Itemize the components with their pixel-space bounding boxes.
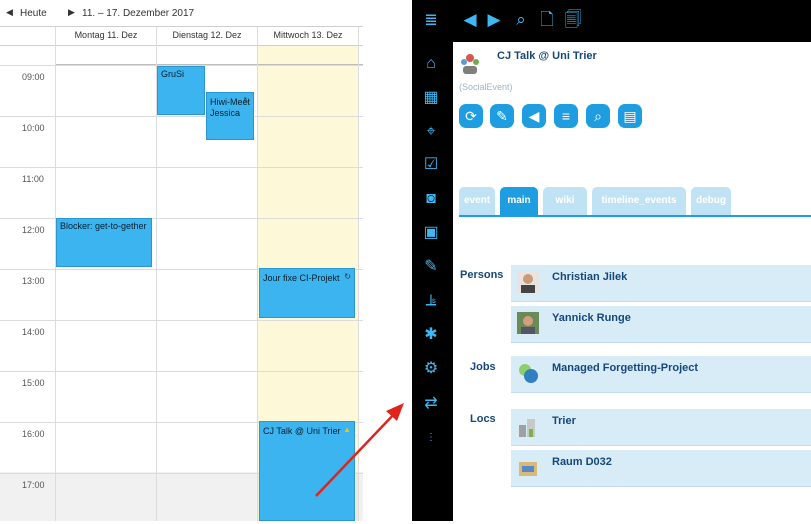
database-button[interactable]: ≡ [554, 104, 578, 128]
city-icon [519, 419, 535, 437]
event-title: Jour fixe CI-Projekt [263, 273, 340, 283]
search-icon[interactable]: ⌕ [510, 9, 532, 31]
search-button[interactable]: ⌕ [586, 104, 610, 128]
location-name: Raum D032 [552, 456, 612, 468]
target-icon[interactable]: ⌖ [419, 120, 443, 144]
sync-icon[interactable]: ⇄ [419, 392, 443, 416]
event-subtitle: Jessica [210, 108, 241, 118]
all-day-row[interactable] [55, 46, 363, 65]
app-panel: ≣ ⌂ ▦ ⌖ ☑ ◙ ▣ ✎ ⫡ ✱ ⚙ ⇄ ⋮ ◀ ▶ ⌕ 🗋 🗐 CJ T… [412, 0, 811, 521]
event-cj-talk[interactable]: ▲ CJ Talk @ Uni Trier [259, 421, 355, 521]
note-icon[interactable]: ✎ [419, 255, 443, 279]
hour-label: 12:00 [22, 225, 45, 235]
date-range-label: 11. – 17. Dezember 2017 [82, 8, 195, 19]
project-icon [519, 364, 538, 383]
hour-label: 17:00 [22, 480, 45, 490]
bug-icon[interactable]: ✱ [419, 323, 443, 347]
avatar [517, 271, 539, 293]
edit-button[interactable]: ✎ [490, 104, 514, 128]
person-row[interactable]: Yannick Runge [511, 306, 811, 343]
tab-event[interactable]: event [459, 187, 495, 215]
room-icon [519, 462, 537, 476]
previous-week-icon[interactable]: ◀ [6, 7, 13, 18]
document-button[interactable]: ▤ [618, 104, 642, 128]
home-icon[interactable]: ⌂ [419, 52, 443, 76]
calendar-icon[interactable]: ▦ [419, 86, 443, 110]
tab-wiki[interactable]: wiki [543, 187, 587, 215]
column-divider [358, 27, 359, 521]
edit-document-icon[interactable]: 🗐 [562, 9, 584, 31]
job-row[interactable]: Managed Forgetting-Project [511, 356, 811, 393]
event-blocker[interactable]: Blocker: get-to-gether [56, 218, 152, 267]
column-divider [257, 27, 258, 521]
locs-label: Locs [470, 413, 496, 425]
hour-label: 10:00 [22, 123, 45, 133]
job-name: Managed Forgetting-Project [552, 362, 699, 374]
checklist-icon[interactable]: ☑ [419, 153, 443, 177]
event-title: Blocker: get-to-gether [60, 221, 147, 231]
gear-icon[interactable]: ⚙ [419, 357, 443, 381]
hour-label: 16:00 [22, 429, 45, 439]
announce-button[interactable]: ◀ [522, 104, 546, 128]
event-grusi[interactable]: GruSi [157, 66, 205, 115]
entity-title: CJ Talk @ Uni Trier [497, 50, 597, 62]
chart-icon[interactable]: ⫡ [419, 289, 443, 313]
today-button[interactable]: Heute [20, 8, 47, 19]
hour-label: 09:00 [22, 72, 45, 82]
more-icon[interactable]: ⋮ [419, 426, 443, 450]
hour-label: 14:00 [22, 327, 45, 337]
persons-label: Persons [460, 269, 504, 281]
person-name: Yannick Runge [552, 312, 631, 324]
location-row[interactable]: Raum D032 [511, 450, 811, 487]
hour-label: 13:00 [22, 276, 45, 286]
tab-debug[interactable]: debug [691, 187, 731, 215]
new-document-icon[interactable]: 🗋 [536, 9, 558, 31]
event-title: GruSi [161, 69, 185, 79]
event-hiwi-meeting[interactable]: ↻ Hiwi-Meeti Jessica [206, 92, 254, 140]
event-jour-fixe[interactable]: ↻ Jour fixe CI-Projekt [259, 268, 355, 318]
forward-icon[interactable]: ▶ [483, 9, 505, 31]
calendar-week-view: ◀ Heute ▶ 11. – 17. Dezember 2017 Montag… [0, 0, 363, 521]
back-icon[interactable]: ◀ [459, 9, 481, 31]
entity-type: (SocialEvent) [459, 82, 513, 92]
tab-main[interactable]: main [500, 187, 538, 215]
hour-label: 15:00 [22, 378, 45, 388]
image-icon[interactable]: ▣ [419, 221, 443, 245]
tab-underline [459, 215, 811, 217]
avatar [517, 312, 539, 334]
person-row[interactable]: Christian Jilek [511, 265, 811, 302]
calendar-toolbar: ◀ Heute ▶ 11. – 17. Dezember 2017 [0, 0, 363, 27]
day-header-tuesday: Dienstag 12. Dez [172, 30, 242, 40]
entity-view: CJ Talk @ Uni Trier (SocialEvent) ⟳ ✎ ◀ … [453, 42, 811, 521]
person-name: Christian Jilek [552, 271, 628, 283]
location-row[interactable]: Trier [511, 409, 811, 446]
menu-icon[interactable]: ≣ [419, 9, 443, 33]
hour-label: 11:00 [22, 174, 44, 184]
sidebar: ≣ ⌂ ▦ ⌖ ☑ ◙ ▣ ✎ ⫡ ✱ ⚙ ⇄ ⋮ [412, 0, 450, 521]
day-header-monday: Montag 11. Dez [74, 30, 138, 40]
next-week-icon[interactable]: ▶ [68, 7, 75, 18]
top-toolbar: ◀ ▶ ⌕ 🗋 🗐 [450, 0, 811, 42]
recurring-icon: ↻ [243, 96, 250, 105]
jobs-label: Jobs [470, 361, 496, 373]
tab-timeline-events[interactable]: timeline_events [592, 187, 686, 215]
event-title: CJ Talk @ Uni Trier [263, 426, 341, 436]
column-divider [55, 27, 56, 521]
bell-icon: ▲ [343, 425, 351, 434]
camera-icon[interactable]: ◙ [419, 187, 443, 211]
social-event-icon [461, 54, 479, 74]
day-header-wednesday: Mittwoch 13. Dez [273, 30, 343, 40]
recurring-icon: ↻ [344, 272, 351, 281]
location-name: Trier [552, 415, 576, 427]
refresh-button[interactable]: ⟳ [459, 104, 483, 128]
